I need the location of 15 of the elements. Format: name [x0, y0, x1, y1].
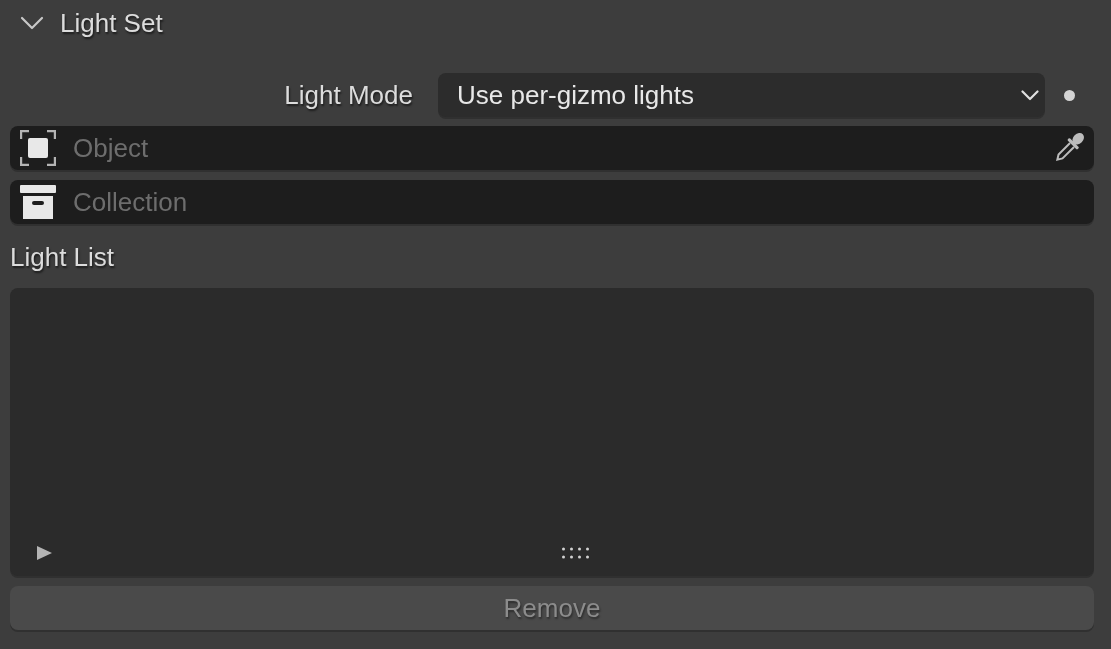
triangle-icon[interactable] [37, 546, 52, 560]
object-input[interactable]: Object [73, 130, 1051, 166]
collection-input[interactable]: Collection [73, 184, 1087, 220]
object-field[interactable]: Object [10, 126, 1094, 170]
section-label: Light List [10, 241, 115, 273]
panel-title: Light Set [60, 7, 163, 39]
collection-field[interactable]: Collection [10, 180, 1094, 224]
light-mode-dropdown[interactable]: Use per-gizmo lights [438, 73, 1045, 117]
field-label: Light Mode [284, 79, 414, 111]
grip-icon[interactable] [562, 547, 590, 559]
chevron-icon [1021, 89, 1039, 101]
box-icon [20, 184, 56, 220]
chevron-icon[interactable] [20, 16, 44, 30]
framed-square-icon [20, 130, 56, 166]
dot-icon[interactable] [1064, 89, 1075, 101]
